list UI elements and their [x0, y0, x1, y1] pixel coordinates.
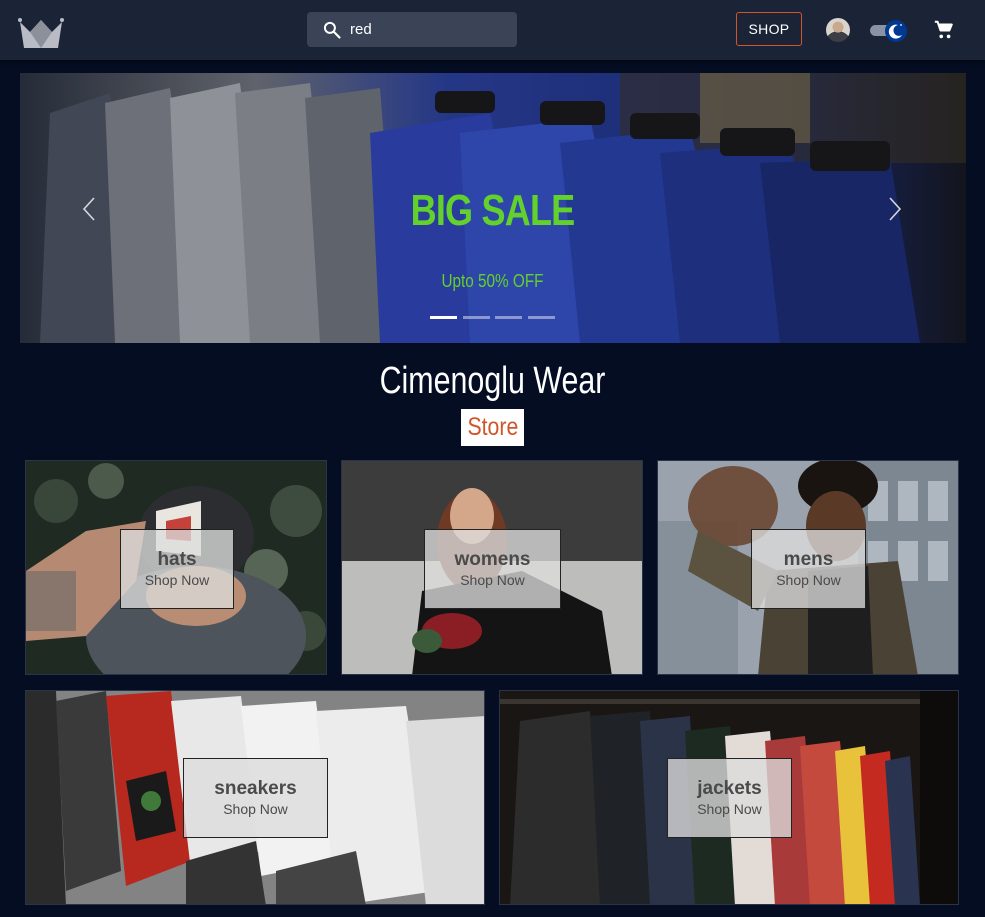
category-label-box[interactable]: jackets Shop Now	[667, 758, 792, 838]
shopping-cart-icon[interactable]	[933, 19, 955, 41]
top-navbar: SHOP	[0, 0, 985, 60]
shop-now-link[interactable]: Shop Now	[223, 800, 288, 818]
hero-title: BIG SALE	[410, 186, 576, 235]
crown-logo-icon[interactable]	[18, 14, 64, 50]
category-tile-sneakers[interactable]: sneakers Shop Now	[25, 690, 485, 905]
carousel-dot[interactable]	[495, 316, 522, 319]
category-name: mens	[783, 549, 834, 570]
brand-name: Cimenoglu Wear	[379, 360, 606, 402]
category-name: sneakers	[214, 778, 297, 799]
store-badge: Store	[461, 409, 524, 446]
category-label-box[interactable]: mens Shop Now	[751, 529, 866, 609]
shop-now-link[interactable]: Shop Now	[697, 800, 762, 818]
shop-button[interactable]: SHOP	[736, 12, 802, 46]
user-avatar[interactable]	[826, 18, 850, 42]
search-icon	[323, 21, 341, 39]
toggle-knob	[885, 20, 907, 42]
hero-subtitle: Upto 50% OFF	[441, 271, 544, 291]
store-badge-label: Store	[467, 413, 518, 441]
carousel-dot[interactable]	[463, 316, 490, 319]
chevron-left-icon[interactable]	[82, 196, 96, 222]
category-tile-mens[interactable]: mens Shop Now	[657, 460, 959, 675]
carousel-dot[interactable]	[430, 316, 457, 319]
category-name: jackets	[697, 778, 762, 799]
search-input[interactable]	[350, 12, 510, 47]
category-label-box[interactable]: womens Shop Now	[424, 529, 561, 609]
category-name: hats	[157, 549, 197, 570]
category-tile-womens[interactable]: womens Shop Now	[341, 460, 643, 675]
shop-now-link[interactable]: Shop Now	[145, 571, 210, 589]
category-label-box[interactable]: hats Shop Now	[120, 529, 234, 609]
category-label-box[interactable]: sneakers Shop Now	[183, 758, 328, 838]
carousel-dot[interactable]	[528, 316, 555, 319]
chevron-right-icon[interactable]	[888, 196, 902, 222]
search-bar[interactable]	[307, 12, 517, 47]
category-name: womens	[454, 549, 531, 570]
moon-icon	[888, 24, 902, 39]
shop-now-link[interactable]: Shop Now	[460, 571, 525, 589]
category-tile-hats[interactable]: hats Shop Now	[25, 460, 327, 675]
category-tile-jackets[interactable]: jackets Shop Now	[499, 690, 959, 905]
shop-now-link[interactable]: Shop Now	[776, 571, 841, 589]
dark-mode-toggle[interactable]	[870, 18, 908, 42]
